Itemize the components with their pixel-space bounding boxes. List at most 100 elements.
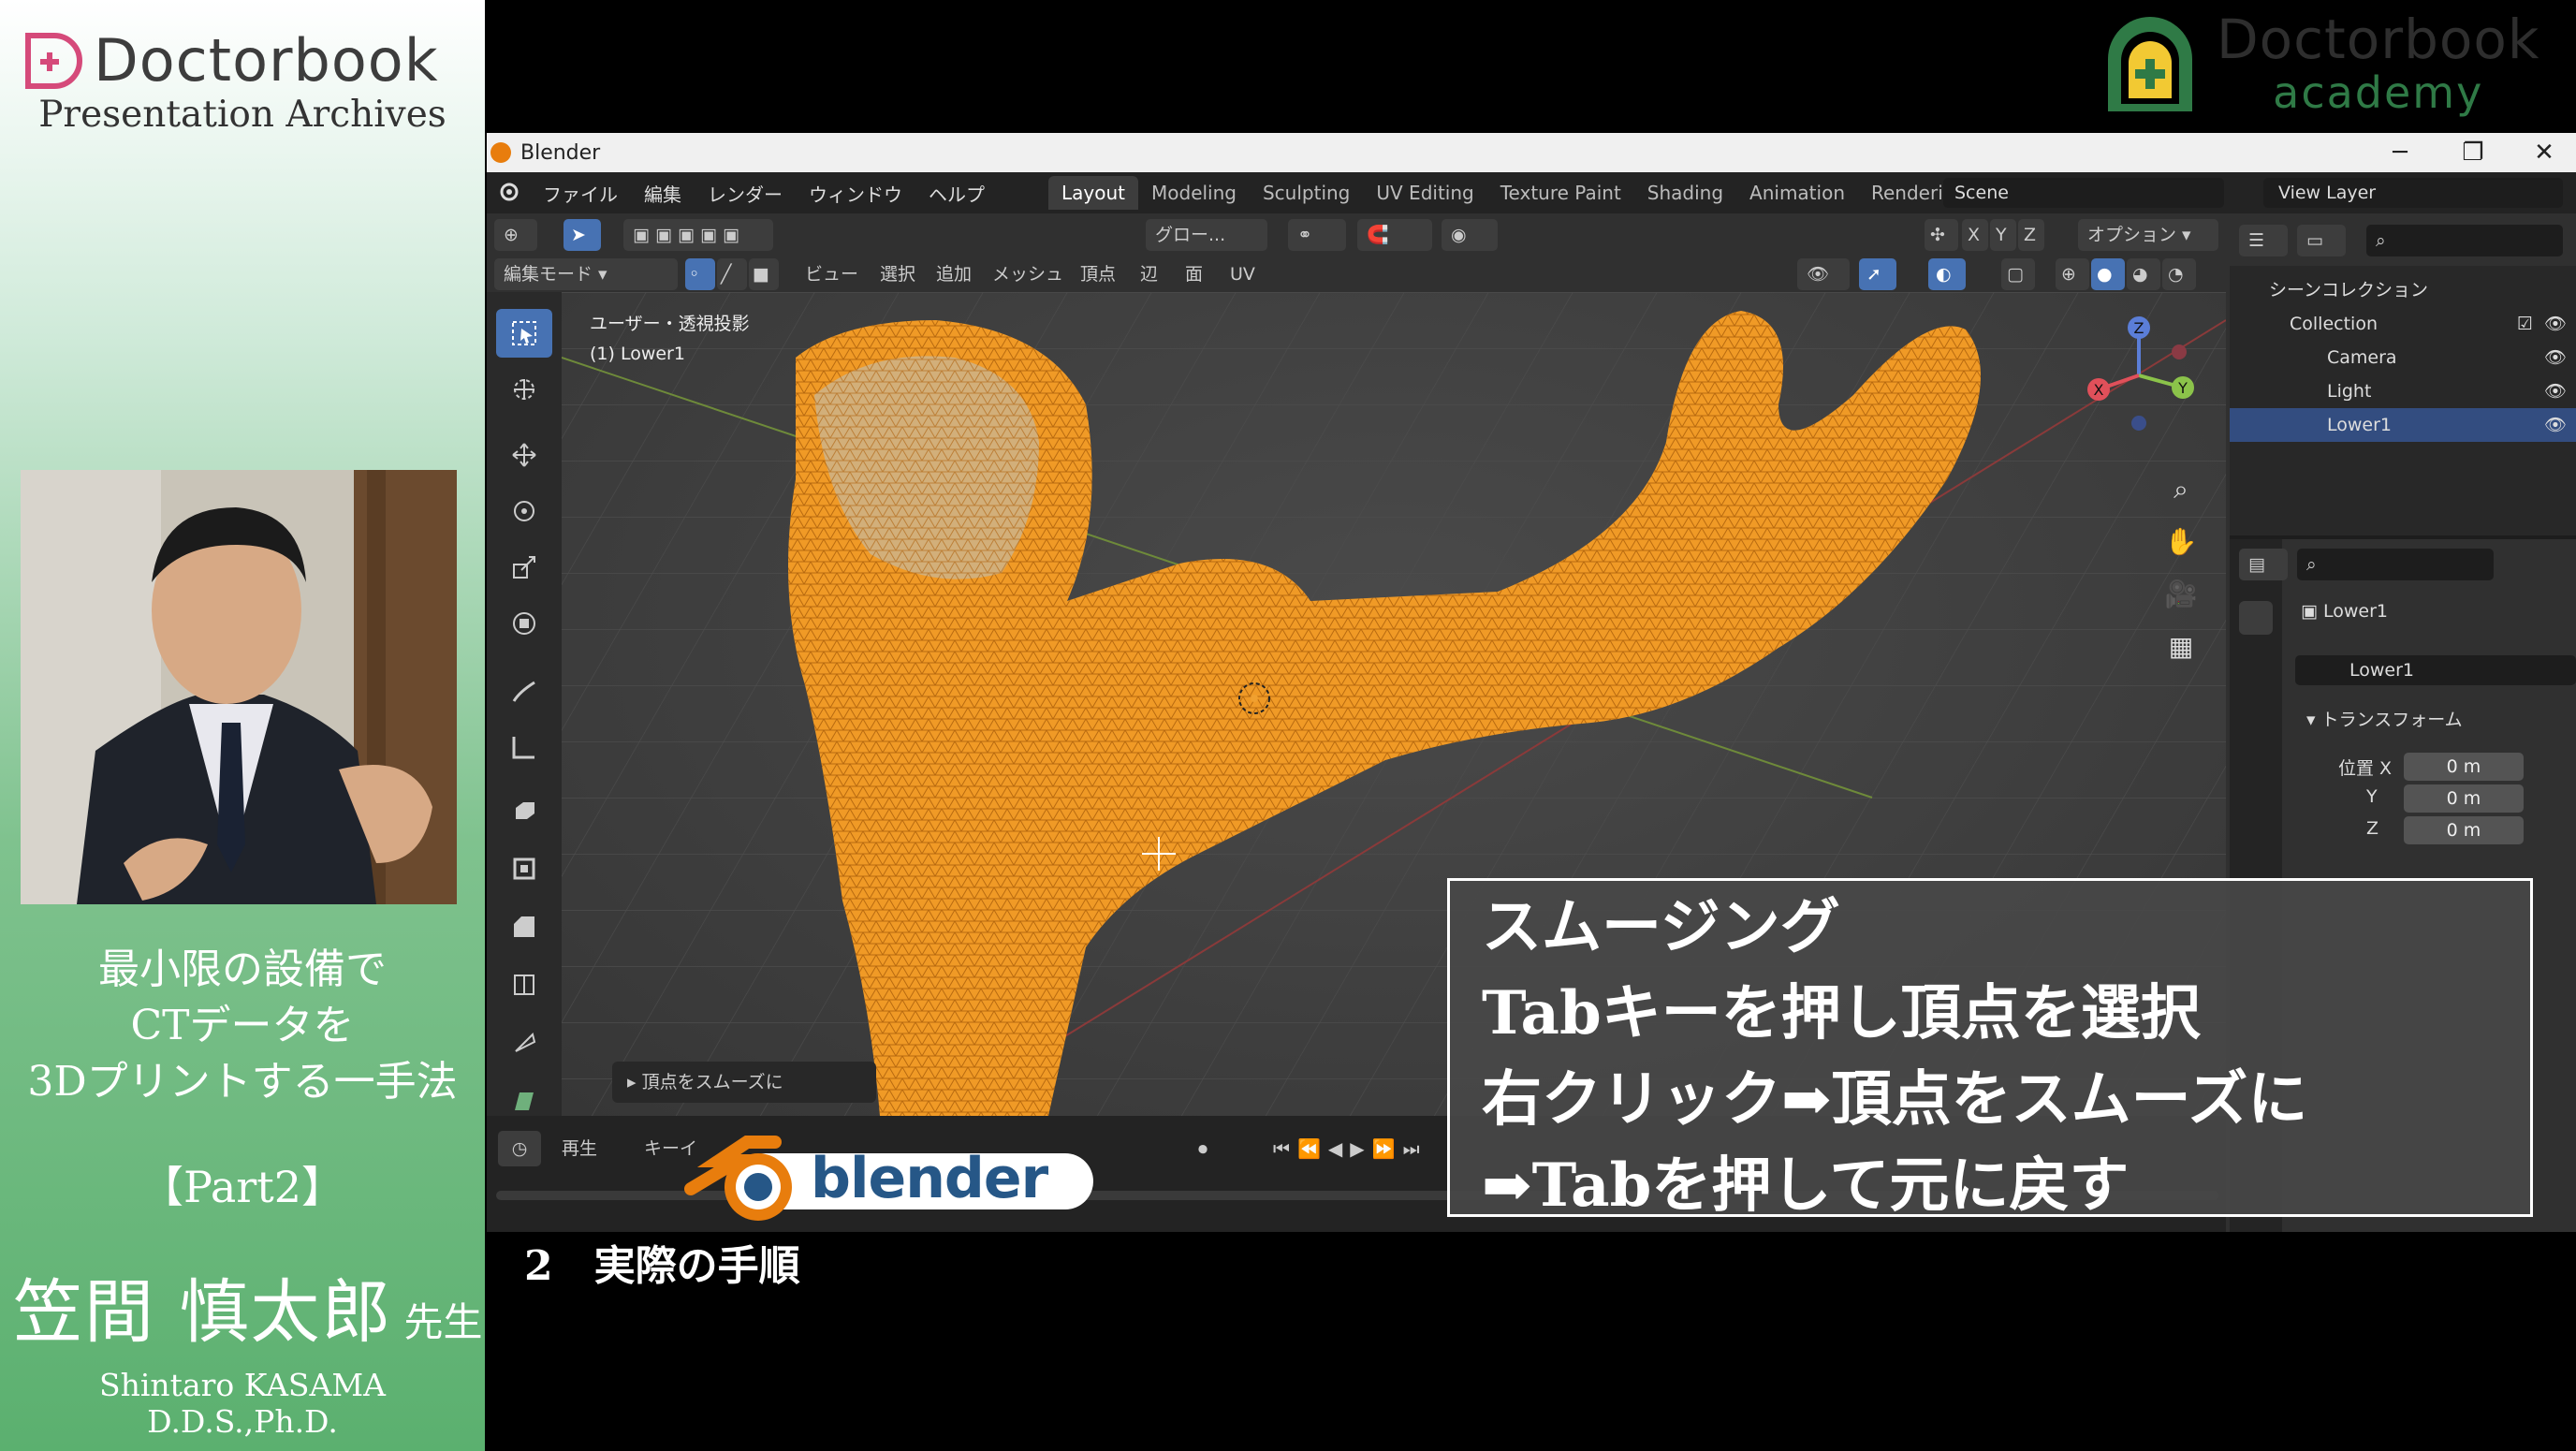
wireframe-shading-button[interactable]: ⊕	[2056, 258, 2089, 290]
eye-icon[interactable]: 👁	[2544, 374, 2567, 408]
edge-menu[interactable]: 辺	[1131, 258, 1167, 290]
cursor-tool[interactable]	[496, 365, 552, 414]
material-shading-button[interactable]: ◕	[2127, 258, 2160, 290]
close-button[interactable]: ✕	[2507, 133, 2576, 172]
view-menu[interactable]: ビュー	[796, 258, 868, 290]
menu-edit[interactable]: 編集	[631, 180, 695, 207]
editor-type-button[interactable]: ⊕	[494, 219, 537, 251]
last-operator-panel[interactable]: ▸ 頂点をスムーズに	[612, 1062, 876, 1103]
vertex-select-button[interactable]: ◦	[685, 258, 715, 290]
tab-layout[interactable]: Layout	[1048, 176, 1138, 210]
outliner-editor-type[interactable]: ☰	[2239, 225, 2288, 256]
select-box-tool[interactable]	[496, 309, 552, 358]
camera-view-icon[interactable]: 🎥	[2160, 579, 2202, 631]
transform-orientation-dropdown[interactable]: グロー...	[1146, 219, 1267, 251]
inset-tool[interactable]	[496, 844, 552, 893]
face-menu[interactable]: 面	[1176, 258, 1212, 290]
solid-shading-button[interactable]: ●	[2091, 258, 2125, 290]
restore-button[interactable]: ❐	[2436, 133, 2510, 172]
gizmo-toggle[interactable]: ➚	[1859, 258, 1896, 290]
tab-animation[interactable]: Animation	[1736, 176, 1858, 210]
location-y-field[interactable]: 0 m	[2404, 784, 2524, 813]
tab-uv-editing[interactable]: UV Editing	[1363, 176, 1486, 210]
add-menu[interactable]: 追加	[927, 258, 981, 290]
select-menu[interactable]: 選択	[871, 258, 925, 290]
knife-tool[interactable]	[496, 1019, 552, 1067]
mesh-menu[interactable]: メッシュ	[983, 258, 1073, 290]
snap-dropdown[interactable]: 🧲	[1357, 219, 1432, 251]
location-x-field[interactable]: 0 m	[2404, 753, 2524, 781]
mirror-y-toggle[interactable]: Y	[1990, 219, 2016, 251]
timeline-editor-type[interactable]: ◷	[498, 1131, 541, 1166]
options-dropdown[interactable]: オプション ▾	[2078, 219, 2218, 251]
select-tool-button[interactable]: ➤	[564, 219, 601, 251]
blender-menu-icon[interactable]	[487, 181, 530, 206]
playback-menu[interactable]: 再生	[562, 1131, 597, 1166]
scene-properties-tab[interactable]	[2239, 798, 2273, 831]
record-button[interactable]: ⏺	[1198, 1131, 1208, 1166]
render-properties-tab[interactable]	[2239, 657, 2273, 691]
loop-cut-tool[interactable]	[496, 960, 552, 1009]
outliner-item-lower1[interactable]: Lower1 👁	[2230, 408, 2576, 442]
view-projection-label: ユーザー・透視投影	[590, 314, 750, 334]
object-data-field[interactable]: Lower1	[2295, 655, 2576, 685]
eye-icon[interactable]: 👁	[2544, 408, 2567, 442]
pivot-dropdown[interactable]: ⚭	[1288, 219, 1346, 251]
menu-file[interactable]: ファイル	[530, 180, 631, 207]
view-layer-properties-tab[interactable]	[2239, 751, 2273, 784]
tab-modeling[interactable]: Modeling	[1138, 176, 1250, 210]
mirror-icon[interactable]: ✣	[1925, 219, 1958, 251]
transform-panel-header[interactable]: ▾ トランスフォーム	[2306, 706, 2463, 731]
tab-sculpting[interactable]: Sculpting	[1250, 176, 1363, 210]
zoom-icon[interactable]: ⌕	[2160, 474, 2202, 526]
rotate-tool[interactable]	[496, 487, 552, 535]
output-properties-tab[interactable]	[2239, 704, 2273, 738]
menu-render[interactable]: レンダー	[695, 180, 796, 207]
properties-editor-type[interactable]: ▤	[2239, 549, 2288, 580]
location-z-field[interactable]: 0 m	[2404, 816, 2524, 844]
scene-selector[interactable]: Scene	[1943, 178, 2224, 208]
playback-controls[interactable]: ⏮⏪◀▶⏩⏭	[1273, 1131, 1427, 1166]
menu-help[interactable]: ヘルプ	[915, 180, 998, 207]
properties-search-input[interactable]: ⌕	[2297, 549, 2494, 580]
xray-toggle[interactable]: ▢	[2001, 258, 2035, 290]
minimize-button[interactable]: ─	[2363, 133, 2437, 172]
move-tool[interactable]	[496, 431, 552, 479]
eye-icon[interactable]: 👁	[2544, 341, 2567, 374]
tool-properties-tab[interactable]	[2239, 601, 2273, 635]
overlay-toggle[interactable]: ◐	[1928, 258, 1966, 290]
uv-menu[interactable]: UV	[1221, 258, 1265, 290]
transform-tool[interactable]	[496, 599, 552, 648]
view-layer-selector[interactable]: View Layer	[2263, 178, 2563, 208]
visibility-dropdown[interactable]: 👁	[1797, 258, 1850, 290]
outliner-item-light[interactable]: Light 👁	[2230, 374, 2576, 408]
annotate-tool[interactable]	[496, 667, 552, 715]
menu-window[interactable]: ウィンドウ	[796, 180, 915, 207]
outliner-search-input[interactable]: ⌕	[2366, 225, 2563, 256]
outliner-item-camera[interactable]: Camera 👁	[2230, 341, 2576, 374]
face-select-button[interactable]: ■	[749, 258, 779, 290]
ortho-grid-icon[interactable]: ▦	[2160, 631, 2202, 683]
outliner-item-collection[interactable]: Collection ☑ 👁	[2230, 307, 2576, 341]
bevel-tool[interactable]	[496, 902, 552, 951]
eye-icon[interactable]: 👁	[2544, 307, 2567, 341]
scene-name: Scene	[1954, 183, 2009, 203]
outliner-display-mode[interactable]: ▭	[2297, 225, 2346, 256]
tab-texture-paint[interactable]: Texture Paint	[1487, 176, 1634, 210]
navigation-gizmo[interactable]: Z Y X	[2078, 315, 2200, 436]
pan-hand-icon[interactable]: ✋	[2160, 526, 2202, 579]
edge-select-button[interactable]: ╱	[717, 258, 747, 290]
proportional-editing-button[interactable]: ◉	[1442, 219, 1498, 251]
scale-tool[interactable]	[496, 543, 552, 592]
mirror-z-toggle[interactable]: Z	[2018, 219, 2044, 251]
outliner-scene-collection[interactable]: シーンコレクション	[2230, 273, 2576, 307]
vertex-menu[interactable]: 頂点	[1071, 258, 1125, 290]
mode-dropdown[interactable]: 編集モード ▾	[494, 258, 678, 290]
measure-tool[interactable]	[496, 723, 552, 771]
mirror-x-toggle[interactable]: X	[1962, 219, 1988, 251]
checkbox-icon[interactable]: ☑	[2517, 307, 2533, 341]
tab-shading[interactable]: Shading	[1634, 176, 1736, 210]
select-mode-buttons[interactable]: ▣ ▣ ▣ ▣ ▣	[623, 219, 773, 251]
extrude-tool[interactable]	[496, 786, 552, 835]
rendered-shading-button[interactable]: ◔	[2162, 258, 2196, 290]
